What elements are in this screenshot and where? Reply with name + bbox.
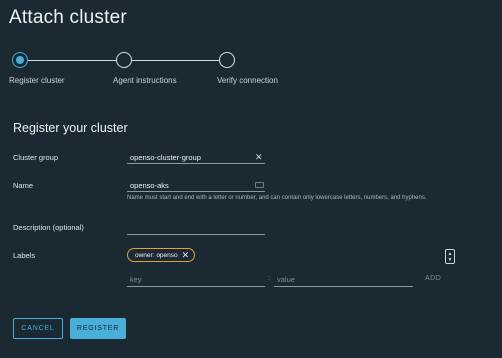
input-underline (127, 234, 265, 235)
step-1-label[interactable]: Register cluster (9, 76, 65, 85)
scroll-stepper[interactable]: ▲ ▼ (445, 249, 455, 264)
name-input[interactable]: openso-aks (127, 177, 265, 192)
key-value-separator: : (268, 275, 270, 282)
page-title: Attach cluster (9, 7, 127, 28)
name-helper-text: Name must start and end with a letter or… (127, 195, 427, 201)
step-connector (28, 60, 116, 61)
section-title: Register your cluster (13, 121, 128, 135)
description-input[interactable] (127, 220, 265, 235)
step-2-label[interactable]: Agent instructions (113, 76, 177, 85)
remove-chip-icon[interactable]: ✕ (182, 250, 190, 260)
step-1-indicator[interactable] (12, 52, 28, 68)
close-icon[interactable]: ✕ (255, 152, 263, 163)
register-button[interactable]: REGISTER (70, 318, 126, 339)
autofill-icon[interactable] (255, 182, 264, 188)
step-connector (132, 60, 219, 61)
step-3-label[interactable]: Verify connection (217, 76, 278, 85)
cluster-group-value: openso-cluster-group (130, 153, 201, 162)
chevron-down-icon[interactable]: ▼ (448, 257, 453, 263)
step-3-indicator[interactable] (219, 52, 235, 68)
key-placeholder: key (130, 275, 142, 284)
name-value: openso-aks (130, 181, 169, 190)
label-chip-text: owner: openso (135, 251, 178, 259)
label-value-input[interactable]: value (274, 272, 413, 287)
cluster-group-select[interactable]: openso-cluster-group ✕ (127, 149, 265, 164)
cancel-button[interactable]: CANCEL (13, 318, 63, 339)
label-key-input[interactable]: key (127, 272, 265, 287)
input-underline (127, 191, 265, 192)
labels-label: Labels (13, 251, 36, 260)
label-chip[interactable]: owner: openso ✕ (127, 248, 196, 262)
cluster-group-label: Cluster group (13, 153, 59, 162)
name-label: Name (13, 181, 34, 190)
input-underline (274, 286, 413, 287)
add-label-button[interactable]: ADD (425, 275, 441, 282)
step-2-indicator[interactable] (116, 52, 132, 68)
description-label: Description (optional) (13, 223, 84, 232)
input-underline (127, 163, 265, 164)
input-underline (127, 286, 265, 287)
active-step-dot (16, 56, 24, 64)
value-placeholder: value (277, 275, 295, 284)
